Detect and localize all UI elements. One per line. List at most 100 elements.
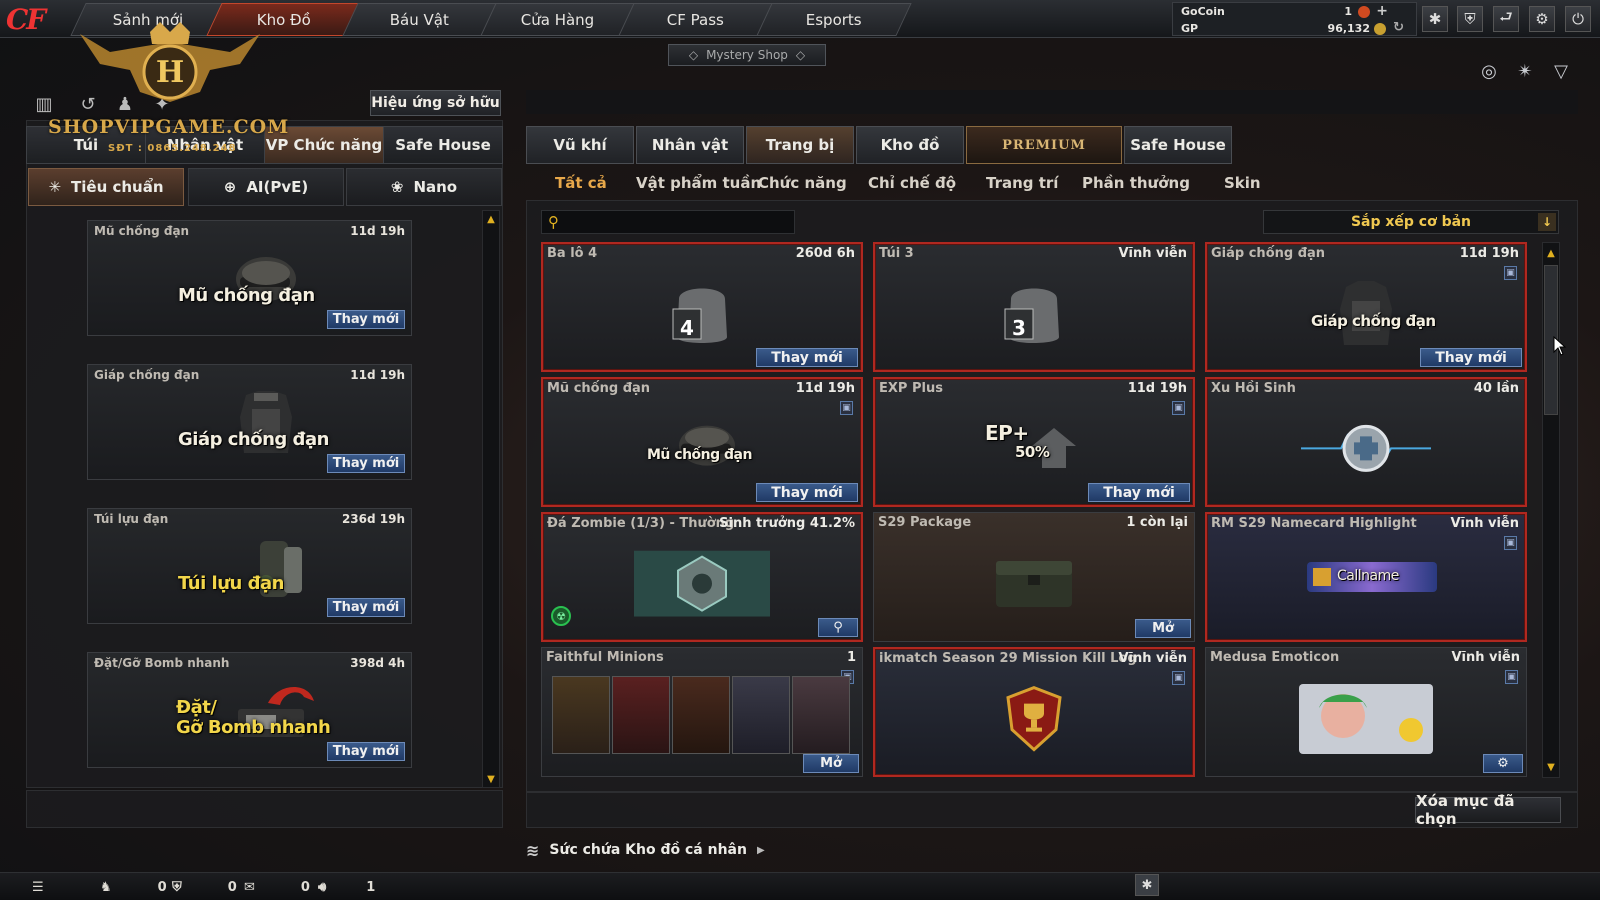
chat-counter[interactable]: ✉ 0 xyxy=(244,878,310,896)
chevron-right-icon: ▶ xyxy=(756,844,765,856)
biohazard-icon xyxy=(634,550,770,617)
equipped-card-body-armor[interactable]: Giáp chống đạn 11d 19h Giáp chống đạn Th… xyxy=(87,364,412,480)
equipped-card-grenade-bag[interactable]: Túi lựu đạn 236d 19h Túi lựu đạn Thay mớ… xyxy=(87,508,412,624)
item-card-namecard[interactable]: RM S29 Namecard Highlight Vĩnh viễn ▣ Ca… xyxy=(1205,512,1527,642)
body-armor-icon xyxy=(240,391,292,453)
item-card-exp-plus[interactable]: EXP Plus 11d 19h ▣ EP+ 50% Thay mới xyxy=(873,377,1195,507)
item-card-backpack-4[interactable]: Ba lô 4 260d 6h 4 Thay mới xyxy=(541,242,863,372)
settings-button[interactable]: ⚙ xyxy=(1483,754,1523,773)
mode-tab-nano[interactable]: ❀ Nano xyxy=(346,168,502,206)
right-tab-weapon[interactable]: Vũ khí xyxy=(526,126,634,164)
item-card-helmet[interactable]: Mũ chống đạn 11d 19h ▣ Mũ chống đạn Thay… xyxy=(541,377,863,507)
delete-selected-button[interactable]: Xóa mục đã chọn xyxy=(1415,792,1561,828)
lock-icon[interactable]: ▣ xyxy=(1504,536,1517,550)
friends-icon: ♞ xyxy=(100,879,112,895)
nav-tab-esports[interactable]: Esports xyxy=(756,3,912,36)
right-tab-storage[interactable]: Kho đồ xyxy=(856,126,964,164)
equipped-card-quick-bomb[interactable]: Đặt/Gỡ Bomb nhanh 398d 4h Đặt/ Gỡ Bomb n… xyxy=(87,652,412,768)
subtab-skin[interactable]: Skin xyxy=(1224,174,1261,194)
subtab-rewards[interactable]: Phần thưởng xyxy=(1082,174,1190,194)
item-card-revive-coin[interactable]: Xu Hồi Sinh 40 lần xyxy=(1205,377,1527,507)
menu-list-icon[interactable]: ☰ xyxy=(32,878,44,896)
item-card-faithful-minions[interactable]: Faithful Minions 1 ▣ Mở xyxy=(541,647,863,777)
gp-value: 96,132 xyxy=(1327,22,1370,35)
nav-tab-shop[interactable]: Cửa Hàng xyxy=(480,3,636,36)
volume-counter[interactable]: 🔊︎ 1 xyxy=(318,878,375,896)
renew-button[interactable]: Thay mới xyxy=(327,742,405,761)
item-card-kill-log[interactable]: ikmatch Season 29 Mission Kill Log Vĩnh … xyxy=(873,647,1195,777)
power-icon[interactable]: ⏻ xyxy=(1565,6,1591,32)
mode-tab-ai-pve[interactable]: ⊕ AI(PvE) xyxy=(188,168,344,206)
ownership-effect-button[interactable]: Hiệu ứng sở hữu xyxy=(370,90,501,116)
lock-icon[interactable]: ▣ xyxy=(840,401,853,415)
gocoin-icon xyxy=(1358,6,1370,18)
minion-portrait xyxy=(732,676,790,754)
left-tab-safe-house[interactable]: Safe House xyxy=(383,126,503,164)
subtab-all[interactable]: Tất cả xyxy=(555,174,607,194)
search-input-box[interactable]: ⚲ xyxy=(541,210,795,234)
renew-button[interactable]: Thay mới xyxy=(327,310,405,329)
right-tab-character[interactable]: Nhân vật xyxy=(636,126,744,164)
item-card-zombie-stone[interactable]: Đá Zombie (1/3) - Thường Sinh trưởng 41.… xyxy=(541,512,863,642)
growth-icon: ☢ xyxy=(551,606,571,626)
subtab-mode-only[interactable]: Chỉ chế độ xyxy=(868,174,956,194)
scroll-up-icon[interactable]: ▲ xyxy=(1543,246,1559,260)
crosshair-icon[interactable]: ✴ xyxy=(1512,58,1538,84)
equipped-card-helmet[interactable]: Mũ chống đạn 11d 19h Mũ chống đạn Thay m… xyxy=(87,220,412,336)
scroll-up-icon[interactable]: ▲ xyxy=(483,212,499,226)
watermark-letter: H xyxy=(156,55,184,90)
right-tab-safe-house[interactable]: Safe House xyxy=(1124,126,1232,164)
open-button[interactable]: Mở xyxy=(1135,619,1191,638)
exit-room-icon[interactable]: ⮐ xyxy=(1493,6,1519,32)
right-tab-gear[interactable]: Trang bị xyxy=(746,126,854,164)
right-tab-premium[interactable]: PREMIUM xyxy=(966,126,1122,164)
friends-counter[interactable]: ♞ 0 xyxy=(100,878,167,896)
item-card-bag-3[interactable]: Túi 3 Vĩnh viễn 3 xyxy=(873,242,1195,372)
mode-tab-standard[interactable]: ✳ Tiêu chuẩn xyxy=(28,168,184,206)
add-icon[interactable]: + xyxy=(1376,3,1388,19)
globe-icon[interactable]: ◎ xyxy=(1476,58,1502,84)
subtab-weekly[interactable]: Vật phẩm tuần xyxy=(636,174,761,194)
scroll-down-icon[interactable]: ▼ xyxy=(1543,760,1559,774)
magnify-button[interactable]: ⚲ xyxy=(818,618,858,637)
item-card-medusa-emoticon[interactable]: Medusa Emoticon Vĩnh viễn ▣ ⚙ xyxy=(1205,647,1527,777)
gp-icon xyxy=(1374,23,1386,35)
renew-button[interactable]: Thay mới xyxy=(1088,483,1190,502)
lock-icon[interactable]: ▣ xyxy=(1172,401,1185,415)
watermark-phone: SĐT : 0865.248.248 xyxy=(108,143,237,154)
nav-tab-cf-pass[interactable]: CF Pass xyxy=(618,3,774,36)
snowflake-icon[interactable]: ✱ xyxy=(1422,6,1448,32)
renew-button[interactable]: Thay mới xyxy=(327,454,405,473)
subtab-decor[interactable]: Trang trí xyxy=(986,174,1058,194)
subtab-function[interactable]: Chức năng xyxy=(758,174,847,194)
nav-tab-treasure[interactable]: Báu Vật xyxy=(342,3,498,36)
item-card-s29-package[interactable]: S29 Package 1 còn lại Mở xyxy=(873,512,1195,642)
gear-icon[interactable]: ⚙ xyxy=(1529,6,1555,32)
scroll-down-icon[interactable]: ▼ xyxy=(483,772,499,786)
sort-dropdown[interactable]: Sắp xếp cơ bản ↓ xyxy=(1263,210,1559,234)
open-button[interactable]: Mở xyxy=(803,754,859,773)
crate-icon xyxy=(996,561,1072,607)
renew-button[interactable]: Thay mới xyxy=(756,483,858,502)
snowflake-icon[interactable]: ✱ xyxy=(1135,874,1159,896)
shield-icon[interactable]: ⛨ xyxy=(1457,6,1483,32)
refresh-icon[interactable]: ↻ xyxy=(1393,20,1404,35)
lock-icon[interactable]: ▣ xyxy=(1505,670,1518,684)
v-badge-icon[interactable]: ▽ xyxy=(1548,58,1574,84)
renew-button[interactable]: Thay mới xyxy=(1420,348,1522,367)
lock-icon[interactable]: ▣ xyxy=(1504,266,1517,280)
helmet-icon xyxy=(236,257,296,301)
ranking-icon[interactable]: ▥ xyxy=(32,92,56,116)
renew-button[interactable]: Thay mới xyxy=(756,348,858,367)
lock-icon[interactable]: ▣ xyxy=(1172,671,1185,685)
storage-capacity-bar[interactable]: ≋ Sức chứa Kho đồ cá nhân ▶ xyxy=(526,837,766,863)
item-card-body-armor[interactable]: Giáp chống đạn 11d 19h ▣ Giáp chống đạn … xyxy=(1205,242,1527,372)
mystery-shop-button[interactable]: ◇ Mystery Shop ◇ xyxy=(668,44,826,66)
clan-counter[interactable]: ⛨ 0 xyxy=(172,878,237,896)
left-scrollbar[interactable] xyxy=(482,210,500,788)
cf-logo[interactable]: CF xyxy=(6,3,64,37)
bag-level-badge: 3 xyxy=(1012,316,1026,340)
renew-button[interactable]: Thay mới xyxy=(327,598,405,617)
search-input[interactable] xyxy=(570,213,790,231)
trophy-shield-icon xyxy=(1006,685,1062,752)
